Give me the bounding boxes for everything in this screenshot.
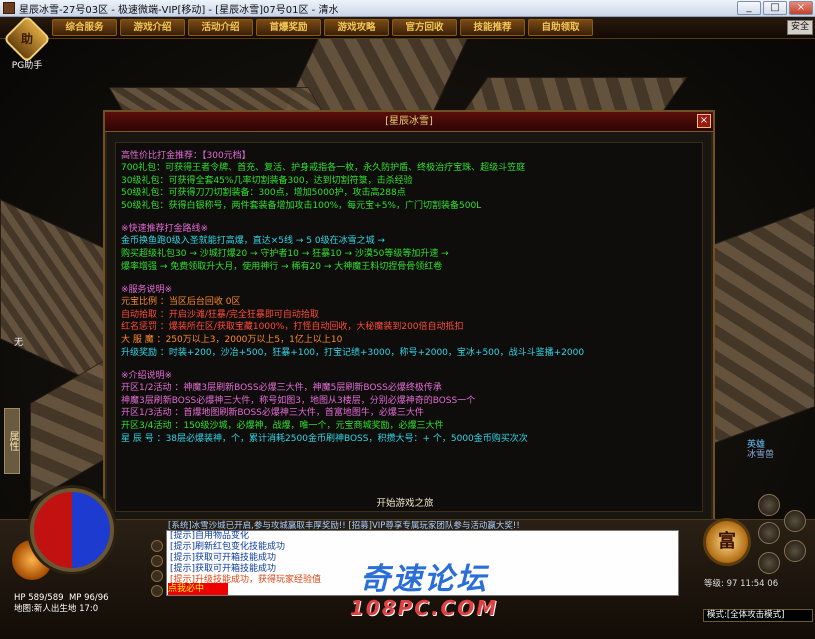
tab-event-intro[interactable]: 活动介绍: [188, 19, 253, 36]
tab-skills[interactable]: 技能推荐: [460, 19, 525, 36]
section-line: 爆率增强 → 免费领取升大月，使用神行 → 稀有20 → 大神魔王料切捏骨骨领红…: [121, 261, 443, 272]
skill-slot-button[interactable]: [758, 494, 780, 516]
start-journey-button[interactable]: 开始游戏之旅: [365, 497, 445, 511]
location-text: 地图:新人出生地 17:0: [14, 604, 99, 614]
player-stats: HP 589/589 MP 96/96 地图:新人出生地 17:0: [14, 593, 109, 615]
section-line: 30级礼包：可获得全套45%几率切割装备300，达到切割符箓，击杀经验: [121, 175, 413, 186]
section-heading: ※快速推荐打金路线※: [121, 224, 209, 235]
section-line: 自动拾取 ：开启沙滩/狂暴/完全狂暴即可自动拾取: [121, 309, 319, 320]
section-line: 红名惩罚 ：爆装所在区/获取宝藏1000%，打怪自动回收，大秘魔装到200倍自动…: [121, 322, 464, 333]
tab-strategy[interactable]: 游戏攻略: [324, 19, 389, 36]
section-line: 购买超级礼包30 → 沙城打爆20 → 守护者10 → 狂暴10 → 沙漠50等…: [121, 248, 449, 259]
section-line: 50级礼包：可获得刀刀切割装备：300点，增加5000护，攻击高288点: [121, 188, 406, 199]
section-line: 元宝比例 ：当区后台回收 0区: [121, 297, 241, 308]
chat-channel-icon[interactable]: [151, 585, 163, 597]
safe-button[interactable]: 安全: [787, 20, 813, 35]
section-heading: ※服务说明※: [121, 285, 173, 296]
npc-label[interactable]: 英雄 冰雪兽: [747, 440, 774, 460]
watermark-sub: 108PC.COM: [349, 596, 499, 620]
menu-tabs: 综合服务 游戏介绍 活动介绍 首爆奖励 游戏攻略 官方回收 技能推荐 自助领取: [52, 19, 593, 36]
skill-slot-button[interactable]: [758, 522, 780, 544]
chat-channel-icons: [151, 540, 165, 600]
section-heading: 高性价比打金推荐：【300元档】: [121, 151, 251, 161]
hp-value: HP 589/589: [14, 593, 64, 603]
section-line: 开区3/4活动 ：150级沙城，必爆神，战爆，唯一个，元宝商城奖励，必爆三大件: [121, 420, 444, 431]
chat-channel-icon[interactable]: [151, 555, 163, 567]
window-titlebar: 星辰冰雪-27号03区 - 极速微端-VIP[移动] - [星辰冰雪]07号01…: [0, 0, 815, 17]
chat-line: [提示]刷新红包变化技能成功: [170, 542, 286, 552]
top-menu-bar: 综合服务 游戏介绍 活动介绍 首爆奖励 游戏攻略 官方回收 技能推荐 自助领取 …: [0, 17, 815, 39]
skill-slot-button[interactable]: [758, 552, 780, 574]
watermark-main: 奇速论坛: [360, 562, 488, 597]
pg-helper-button[interactable]: 助 PG助手: [2, 14, 52, 71]
section-line: 700礼包：可获得王者令牌、首充、复活、护身戒指各一枚，永久防护盾、终极治疗宝珠…: [121, 163, 526, 173]
tab-general-service[interactable]: 综合服务: [52, 19, 117, 36]
section-line: 开区1/3活动 ：首爆地图刷新BOSS必爆神三大件，首富地图牛，必爆三大件: [121, 408, 424, 419]
minimize-button[interactable]: _: [737, 1, 761, 15]
window-title: 星辰冰雪-27号03区 - 极速微端-VIP[移动] - [星辰冰雪]07号01…: [19, 4, 339, 16]
section-line: 神魔3层刷新BOSS必爆神三大件，称号如图3，地图从3楼层，分别必爆神奇的BOS…: [121, 395, 476, 406]
section-line: 金币换鱼跑0级入圣就能打高爆，直达×5线 → 5 0级在冰雪之城 →: [121, 236, 385, 247]
section-line: 50级礼包：获得白银称号，两件套装备增加攻击100%，每元宝+5%，广门切割装备…: [121, 200, 482, 211]
skill-slot-button[interactable]: [784, 510, 806, 532]
stone-floor-tile: [705, 206, 815, 448]
attribute-side-tab[interactable]: 属性: [4, 408, 20, 474]
forum-watermark: 奇速论坛 108PC.COM: [314, 562, 534, 620]
section-line: 星 辰 号 ：38层必爆装神，个，累计消耗2500金币刷神BOSS，积攒大号：+…: [121, 433, 528, 444]
player-name-left: 无: [14, 338, 24, 348]
pg-helper-icon: 助: [2, 14, 52, 64]
tab-recycle[interactable]: 官方回收: [392, 19, 457, 36]
npc-dialog: [星辰冰雪] × 高性价比打金推荐：【300元档】 700礼包：可获得王者令牌、首…: [103, 110, 715, 526]
skill-slot-button[interactable]: [784, 540, 806, 562]
close-button[interactable]: ×: [789, 1, 813, 15]
chat-line: [提示]自用物品变化: [170, 531, 250, 541]
hp-mp-text: HP 589/589 MP 96/96: [14, 593, 109, 604]
maximize-button[interactable]: □: [763, 1, 787, 15]
tab-game-intro[interactable]: 游戏介绍: [120, 19, 185, 36]
attack-mode-selector[interactable]: 模式:[全体攻击模式]: [703, 609, 813, 622]
tab-self-claim[interactable]: 自助领取: [528, 19, 593, 36]
npc-label-line: 英雄: [747, 440, 766, 450]
section-heading: ※介绍说明※: [121, 371, 173, 382]
chat-input[interactable]: 点我必中: [168, 583, 228, 595]
dialog-title-bar: [星辰冰雪] ×: [105, 112, 713, 132]
window-controls: _ □ ×: [737, 1, 813, 15]
chat-channel-icon[interactable]: [151, 540, 163, 552]
action-orb-button[interactable]: 富: [703, 518, 751, 566]
app-icon: [3, 2, 15, 14]
section-line: 升级奖励 ：时装+200，沙冶+500，狂暴+100，打宝记绩+3000，称号+…: [121, 347, 585, 358]
npc-label-line: 冰雪兽: [747, 450, 775, 460]
hp-mp-orb: [30, 488, 114, 572]
level-time-info: 等级: 97 11:54 06: [704, 579, 779, 589]
section-line: 开区1/2活动 ：神魔3层刷新BOSS必爆三大件，神魔5层刷新BOSS必爆终极传…: [121, 383, 442, 394]
dialog-content: 高性价比打金推荐：【300元档】 700礼包：可获得王者令牌、首充、复活、护身戒指…: [121, 150, 681, 445]
mp-value: MP 96/96: [68, 593, 109, 603]
chat-channel-icon[interactable]: [151, 570, 163, 582]
section-line: 大 服 魔 ：250万以上3，2000万以上5，1亿上以上10: [121, 334, 343, 345]
pg-badge-text: 助: [20, 32, 33, 46]
dialog-title: [星辰冰雪]: [385, 116, 433, 127]
action-orb-label: 富: [718, 531, 736, 552]
tab-first-drop[interactable]: 首爆奖励: [256, 19, 321, 36]
dialog-close-button[interactable]: ×: [697, 114, 711, 128]
